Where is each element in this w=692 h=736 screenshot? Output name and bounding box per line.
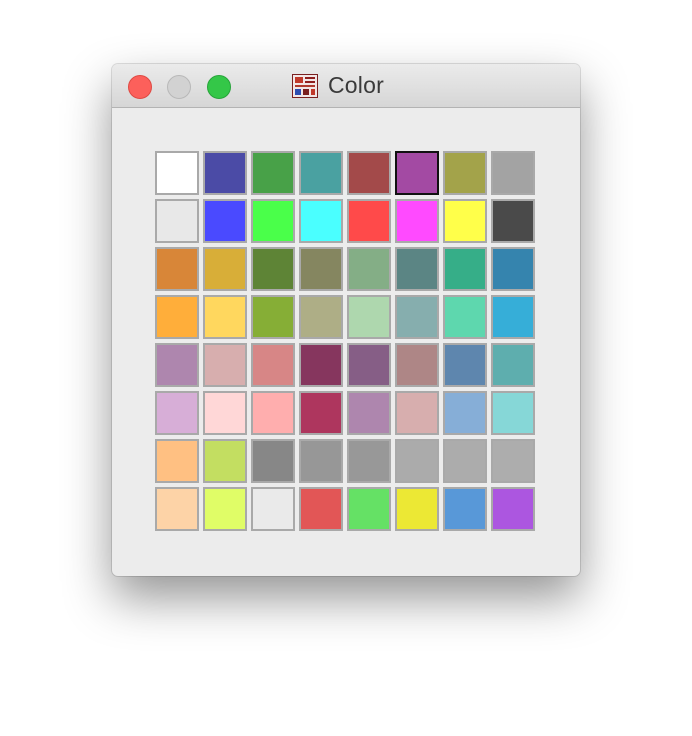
window-title-group: Color bbox=[292, 64, 384, 107]
color-swatch[interactable] bbox=[203, 487, 247, 531]
color-swatch[interactable] bbox=[155, 343, 199, 387]
color-swatch[interactable] bbox=[251, 151, 295, 195]
color-swatch[interactable] bbox=[491, 343, 535, 387]
color-swatch[interactable] bbox=[395, 199, 439, 243]
color-swatch[interactable] bbox=[155, 439, 199, 483]
color-swatch[interactable] bbox=[443, 391, 487, 435]
color-swatch[interactable] bbox=[251, 199, 295, 243]
color-swatch[interactable] bbox=[491, 247, 535, 291]
color-swatch[interactable] bbox=[299, 439, 343, 483]
color-swatch[interactable] bbox=[203, 391, 247, 435]
color-swatch[interactable] bbox=[347, 295, 391, 339]
color-swatch[interactable] bbox=[155, 247, 199, 291]
color-swatch[interactable] bbox=[347, 487, 391, 531]
color-swatch[interactable] bbox=[203, 343, 247, 387]
minimize-button[interactable] bbox=[167, 75, 191, 99]
color-swatch[interactable] bbox=[395, 391, 439, 435]
color-swatch[interactable] bbox=[155, 295, 199, 339]
zoom-button[interactable] bbox=[207, 75, 231, 99]
color-swatch[interactable] bbox=[299, 343, 343, 387]
color-swatch[interactable] bbox=[251, 439, 295, 483]
color-swatch[interactable] bbox=[491, 391, 535, 435]
color-swatch[interactable] bbox=[155, 487, 199, 531]
color-swatch[interactable] bbox=[251, 391, 295, 435]
color-swatch[interactable] bbox=[491, 487, 535, 531]
color-swatch[interactable] bbox=[299, 295, 343, 339]
color-swatch[interactable] bbox=[395, 343, 439, 387]
color-swatch[interactable] bbox=[299, 199, 343, 243]
color-swatch[interactable] bbox=[443, 439, 487, 483]
color-swatch[interactable] bbox=[347, 439, 391, 483]
color-swatch[interactable] bbox=[443, 151, 487, 195]
color-swatch[interactable] bbox=[155, 391, 199, 435]
color-swatch[interactable] bbox=[299, 151, 343, 195]
color-swatch[interactable] bbox=[347, 343, 391, 387]
color-swatch[interactable] bbox=[395, 487, 439, 531]
color-swatch[interactable] bbox=[347, 199, 391, 243]
color-swatch[interactable] bbox=[299, 487, 343, 531]
color-swatch[interactable] bbox=[203, 247, 247, 291]
color-swatch[interactable] bbox=[395, 295, 439, 339]
color-swatch[interactable] bbox=[251, 487, 295, 531]
color-swatch[interactable] bbox=[395, 151, 439, 195]
color-swatch[interactable] bbox=[443, 343, 487, 387]
color-swatch[interactable] bbox=[203, 151, 247, 195]
close-button[interactable] bbox=[128, 75, 152, 99]
color-swatch[interactable] bbox=[491, 199, 535, 243]
color-palette-app-icon bbox=[292, 73, 318, 98]
color-swatch[interactable] bbox=[299, 247, 343, 291]
color-swatch[interactable] bbox=[347, 151, 391, 195]
color-swatch[interactable] bbox=[395, 247, 439, 291]
color-swatch[interactable] bbox=[395, 439, 439, 483]
color-swatch[interactable] bbox=[491, 151, 535, 195]
color-palette-grid bbox=[155, 151, 535, 531]
color-swatch[interactable] bbox=[491, 439, 535, 483]
color-swatch[interactable] bbox=[443, 199, 487, 243]
color-swatch[interactable] bbox=[203, 199, 247, 243]
color-swatch[interactable] bbox=[443, 247, 487, 291]
color-window: Color bbox=[112, 64, 580, 576]
title-bar[interactable]: Color bbox=[112, 64, 580, 108]
color-swatch[interactable] bbox=[347, 391, 391, 435]
color-swatch[interactable] bbox=[155, 151, 199, 195]
color-swatch[interactable] bbox=[347, 247, 391, 291]
color-swatch[interactable] bbox=[443, 295, 487, 339]
color-swatch[interactable] bbox=[203, 295, 247, 339]
window-title: Color bbox=[328, 72, 384, 98]
color-swatch[interactable] bbox=[299, 391, 343, 435]
color-swatch[interactable] bbox=[155, 199, 199, 243]
color-swatch[interactable] bbox=[251, 247, 295, 291]
color-swatch[interactable] bbox=[251, 343, 295, 387]
color-swatch[interactable] bbox=[491, 295, 535, 339]
color-swatch[interactable] bbox=[203, 439, 247, 483]
color-swatch[interactable] bbox=[443, 487, 487, 531]
color-swatch[interactable] bbox=[251, 295, 295, 339]
